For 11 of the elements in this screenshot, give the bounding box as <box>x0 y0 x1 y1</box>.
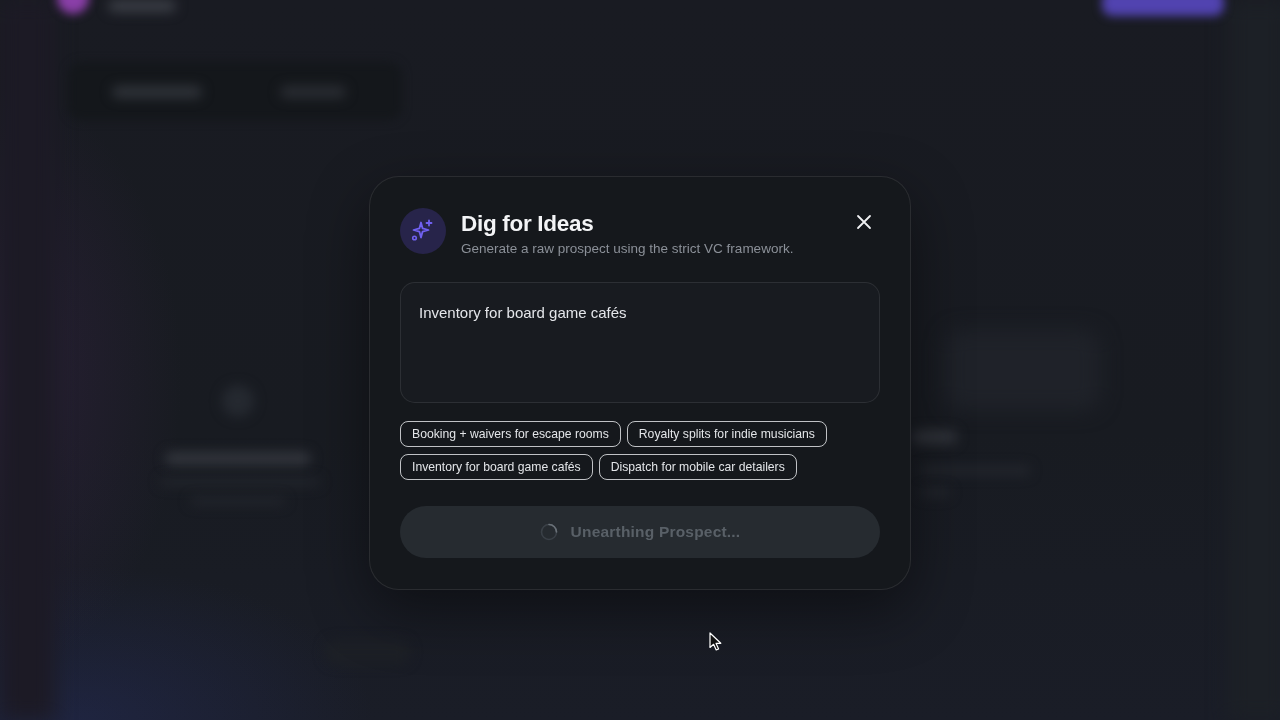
suggestion-chip[interactable]: Royalty splits for indie musicians <box>626 421 827 447</box>
suggestion-chip[interactable]: Inventory for board game cafés <box>400 454 593 480</box>
close-button[interactable] <box>856 214 872 230</box>
close-icon <box>856 214 872 230</box>
sparkle-icon <box>400 208 446 254</box>
mouse-pointer-icon <box>709 632 722 651</box>
dialog-title: Dig for Ideas <box>461 210 595 237</box>
suggestion-chip[interactable]: Booking + waivers for escape rooms <box>400 421 621 447</box>
prompt-field[interactable]: Inventory for board game cafés <box>400 282 880 403</box>
dialog-subtitle: Generate a raw prospect using the strict VC framework. <box>461 240 795 258</box>
suggestion-chip[interactable]: Dispatch for mobile car detailers <box>598 454 797 480</box>
